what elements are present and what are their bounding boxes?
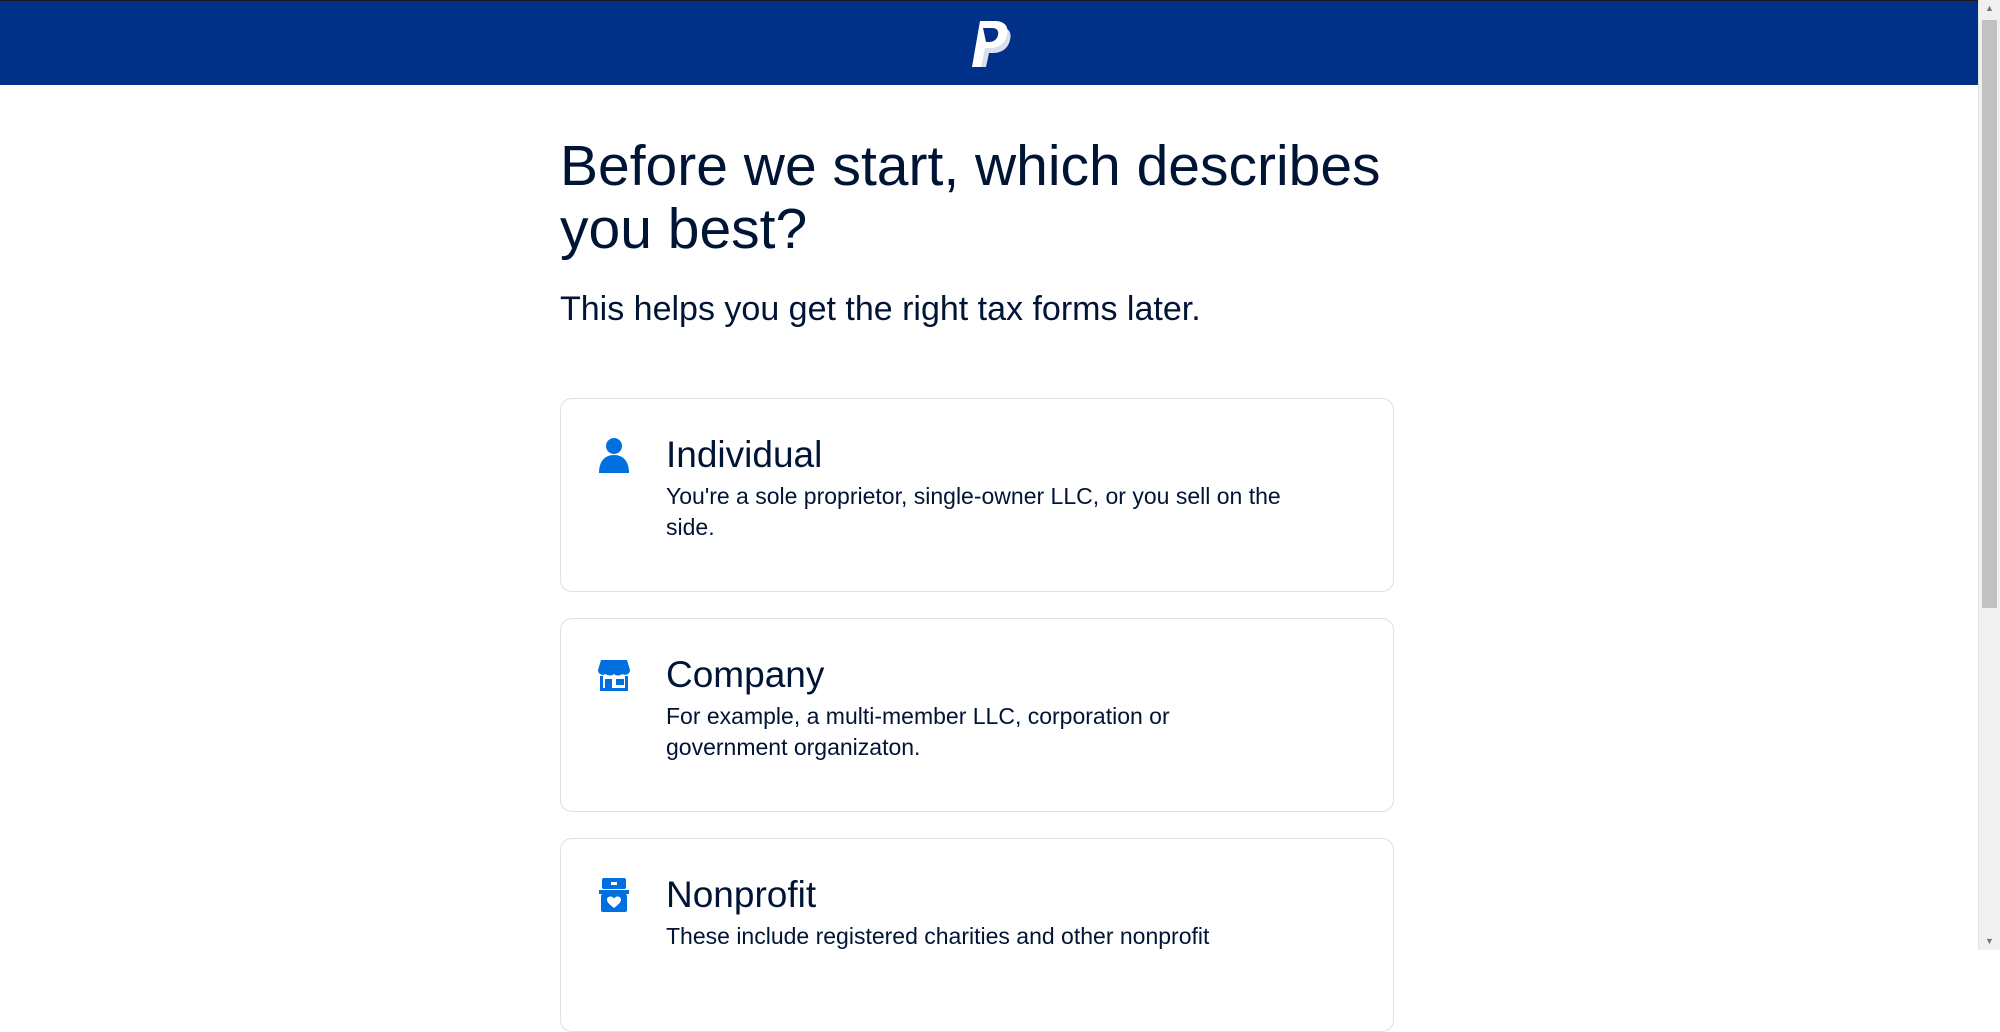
option-card-individual[interactable]: Individual You're a sole proprietor, sin… bbox=[560, 398, 1394, 592]
scroll-down-arrow-icon[interactable]: ▼ bbox=[1979, 933, 2000, 950]
option-description: These include registered charities and o… bbox=[666, 923, 1210, 949]
option-title: Company bbox=[666, 654, 825, 695]
storefront-icon bbox=[598, 660, 630, 691]
top-header-bar bbox=[0, 0, 1978, 85]
donation-box-icon bbox=[599, 878, 629, 912]
person-icon bbox=[599, 438, 629, 473]
vertical-scrollbar[interactable]: ▲ ▼ bbox=[1978, 0, 2000, 950]
option-description: For example, a multi-member LLC, corpora… bbox=[666, 703, 1170, 760]
option-card-company[interactable]: Company For example, a multi-member LLC,… bbox=[560, 618, 1394, 812]
option-description: You're a sole proprietor, single-owner L… bbox=[666, 483, 1281, 540]
page-subtitle: This helps you get the right tax forms l… bbox=[560, 290, 1201, 328]
scroll-up-arrow-icon[interactable]: ▲ bbox=[1979, 0, 2000, 17]
paypal-logo-icon[interactable] bbox=[970, 19, 1014, 69]
option-title: Nonprofit bbox=[666, 874, 817, 915]
scrollbar-thumb[interactable] bbox=[1982, 20, 1997, 608]
option-title: Individual bbox=[666, 434, 823, 475]
page-title: Before we start, which describes you bes… bbox=[560, 134, 1381, 261]
option-card-nonprofit[interactable]: Nonprofit These include registered chari… bbox=[560, 838, 1394, 1032]
